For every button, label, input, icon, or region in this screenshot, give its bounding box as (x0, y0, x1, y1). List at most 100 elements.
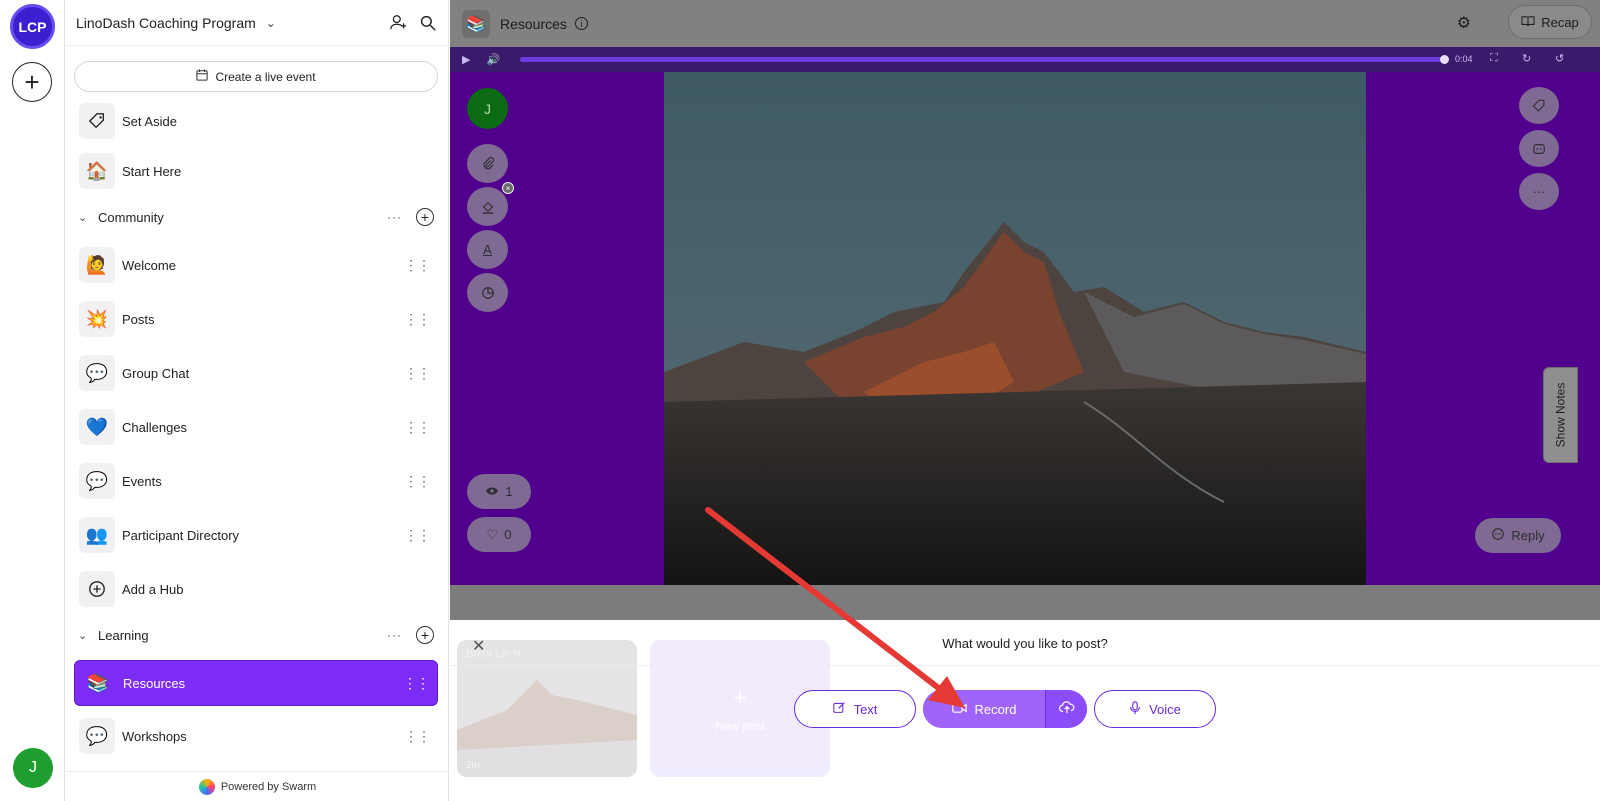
mountain-photo (664, 72, 1366, 585)
create-live-event-label: Create a live event (215, 69, 316, 84)
drag-handle-icon[interactable]: ⋮⋮ (404, 419, 431, 436)
sidebar-item-label: Workshops (122, 728, 187, 744)
video-player-controls: ▶ 🔊 0:04 ⛶ ↻ ↺ (450, 47, 1600, 72)
books-icon: 📚 (80, 665, 116, 701)
sidebar-item-label: Add a Hub (122, 581, 184, 597)
play-icon[interactable]: ▶ (462, 53, 470, 66)
divider (450, 665, 1600, 666)
speech-bubble-icon (1491, 527, 1505, 544)
sidebar: LinoDash Coaching Program ⌄ Create a liv… (66, 0, 449, 801)
record-split-button: Record (923, 690, 1087, 728)
likes-count[interactable]: ♡ 0 (467, 517, 531, 552)
user-avatar[interactable]: J (13, 748, 53, 788)
text-format-icon[interactable]: A (467, 230, 508, 269)
views-value: 1 (505, 484, 513, 499)
drag-handle-icon[interactable]: ⋮⋮ (404, 728, 431, 745)
page-title: Resources (500, 15, 567, 32)
post-composer: Brent Lin N 2m + New post ✕ What would y… (450, 620, 1600, 801)
sidebar-item-set-aside[interactable]: Set Aside (74, 98, 438, 144)
sidebar-item-challenges[interactable]: 💙 Challenges ⋮⋮ (74, 404, 438, 450)
voice-post-button[interactable]: Voice (1094, 690, 1216, 728)
add-hub-icon[interactable]: + (416, 208, 434, 226)
sidebar-item-events[interactable]: 💬 Events ⋮⋮ (74, 458, 438, 504)
text-post-button[interactable]: Text (794, 690, 916, 728)
info-icon[interactable]: i (574, 17, 588, 30)
sidebar-item-add-a-hub[interactable]: Add a Hub (74, 566, 438, 612)
recap-label: Recap (1541, 14, 1579, 30)
chevron-down-icon[interactable]: ⌄ (78, 211, 94, 224)
progress-knob[interactable] (1440, 55, 1449, 64)
search-icon[interactable] (418, 13, 438, 33)
calendar-icon (196, 69, 209, 84)
more-options-icon[interactable]: ··· (387, 628, 402, 642)
paperclip-icon[interactable] (467, 144, 508, 183)
sticker-icon[interactable] (467, 273, 508, 312)
drag-handle-icon[interactable]: ⋮⋮ (404, 311, 431, 328)
powered-by-label: Powered by Swarm (220, 780, 317, 793)
section-learning[interactable]: ⌄ Learning ··· + (74, 622, 438, 648)
recap-button[interactable]: Recap (1508, 5, 1592, 39)
video-camera-icon (951, 702, 967, 717)
chevron-down-icon[interactable]: ⌄ (78, 629, 94, 642)
voice-post-label: Voice (1149, 701, 1181, 717)
program-title[interactable]: LinoDash Coaching Program (76, 15, 256, 31)
workspace-rail: LCP + J (0, 0, 65, 801)
previous-post-card[interactable]: Brent Lin N 2m (457, 640, 637, 777)
fullscreen-icon[interactable]: ⛶ (1490, 52, 1498, 65)
section-community[interactable]: ⌄ Community ··· + (74, 204, 438, 230)
cloud-upload-icon (1058, 701, 1075, 717)
upload-button[interactable] (1045, 690, 1087, 728)
sidebar-item-label: Posts (122, 311, 155, 327)
sidebar-item-workshops[interactable]: 💬 Workshops ⋮⋮ (74, 713, 438, 759)
sidebar-item-group-chat[interactable]: 💬 Group Chat ⋮⋮ (74, 350, 438, 396)
plus-icon: + (733, 684, 747, 710)
playback-time: 0:04 (1455, 54, 1473, 64)
add-member-icon[interactable] (388, 13, 408, 33)
sidebar-item-posts[interactable]: 💥 Posts ⋮⋮ (74, 296, 438, 342)
close-icon[interactable]: × (502, 182, 514, 194)
drag-handle-icon[interactable]: ⋮⋮ (403, 675, 430, 692)
section-label: Learning (98, 627, 149, 643)
text-post-label: Text (853, 701, 878, 717)
post-author-avatar[interactable]: J (467, 88, 508, 129)
drag-handle-icon[interactable]: ⋮⋮ (404, 257, 431, 274)
sidebar-item-resources[interactable]: 📚 Resources ⋮⋮ (74, 660, 438, 706)
sidebar-item-start-here[interactable]: 🏠 Start Here (74, 148, 438, 194)
emoji-react-icon[interactable] (1519, 130, 1559, 167)
more-options-icon[interactable]: ··· (387, 210, 402, 224)
show-notes-tab[interactable]: Show Notes (1543, 367, 1578, 463)
sidebar-item-label: Start Here (122, 163, 182, 179)
drag-handle-icon[interactable]: ⋮⋮ (404, 365, 431, 382)
heart-icon: ♡ (486, 526, 499, 542)
drag-handle-icon[interactable]: ⋮⋮ (404, 527, 431, 544)
paint-bucket-icon[interactable] (467, 187, 508, 226)
volume-icon[interactable]: 🔊 (486, 53, 500, 66)
likes-value: 0 (504, 527, 512, 542)
add-workspace-button[interactable]: + (12, 62, 52, 102)
sidebar-item-welcome[interactable]: 🙋 Welcome ⋮⋮ (74, 242, 438, 288)
more-options-icon[interactable]: ··· (1519, 173, 1559, 210)
powered-by-footer[interactable]: Powered by Swarm (66, 771, 449, 801)
org-badge[interactable]: LCP (10, 4, 55, 49)
views-count[interactable]: 1 (467, 474, 531, 509)
replay-icon[interactable]: ↺ (1555, 52, 1564, 65)
forward-icon[interactable]: ↻ (1522, 52, 1531, 65)
record-button[interactable]: Record (923, 690, 1045, 728)
previous-post-time: 2m (466, 760, 480, 771)
speech-bubble-icon: 💬 (79, 718, 115, 754)
gear-icon[interactable]: ⚙ (1457, 13, 1471, 33)
chevron-down-icon[interactable]: ⌄ (266, 16, 276, 30)
microphone-icon (1129, 700, 1141, 718)
sidebar-item-label: Welcome (122, 257, 176, 273)
tag-icon[interactable] (1519, 87, 1559, 124)
section-label: Community (98, 209, 164, 225)
create-live-event-button[interactable]: Create a live event (74, 61, 438, 92)
playback-progress-bar[interactable] (520, 55, 1449, 64)
drag-handle-icon[interactable]: ⋮⋮ (404, 473, 431, 490)
book-open-icon (1521, 15, 1535, 30)
sidebar-item-label: Set Aside (122, 113, 177, 129)
add-hub-icon[interactable]: + (416, 626, 434, 644)
sidebar-item-participant-directory[interactable]: 👥 Participant Directory ⋮⋮ (74, 512, 438, 558)
show-notes-label: Show Notes (1553, 382, 1568, 448)
reply-button[interactable]: Reply (1475, 518, 1561, 553)
